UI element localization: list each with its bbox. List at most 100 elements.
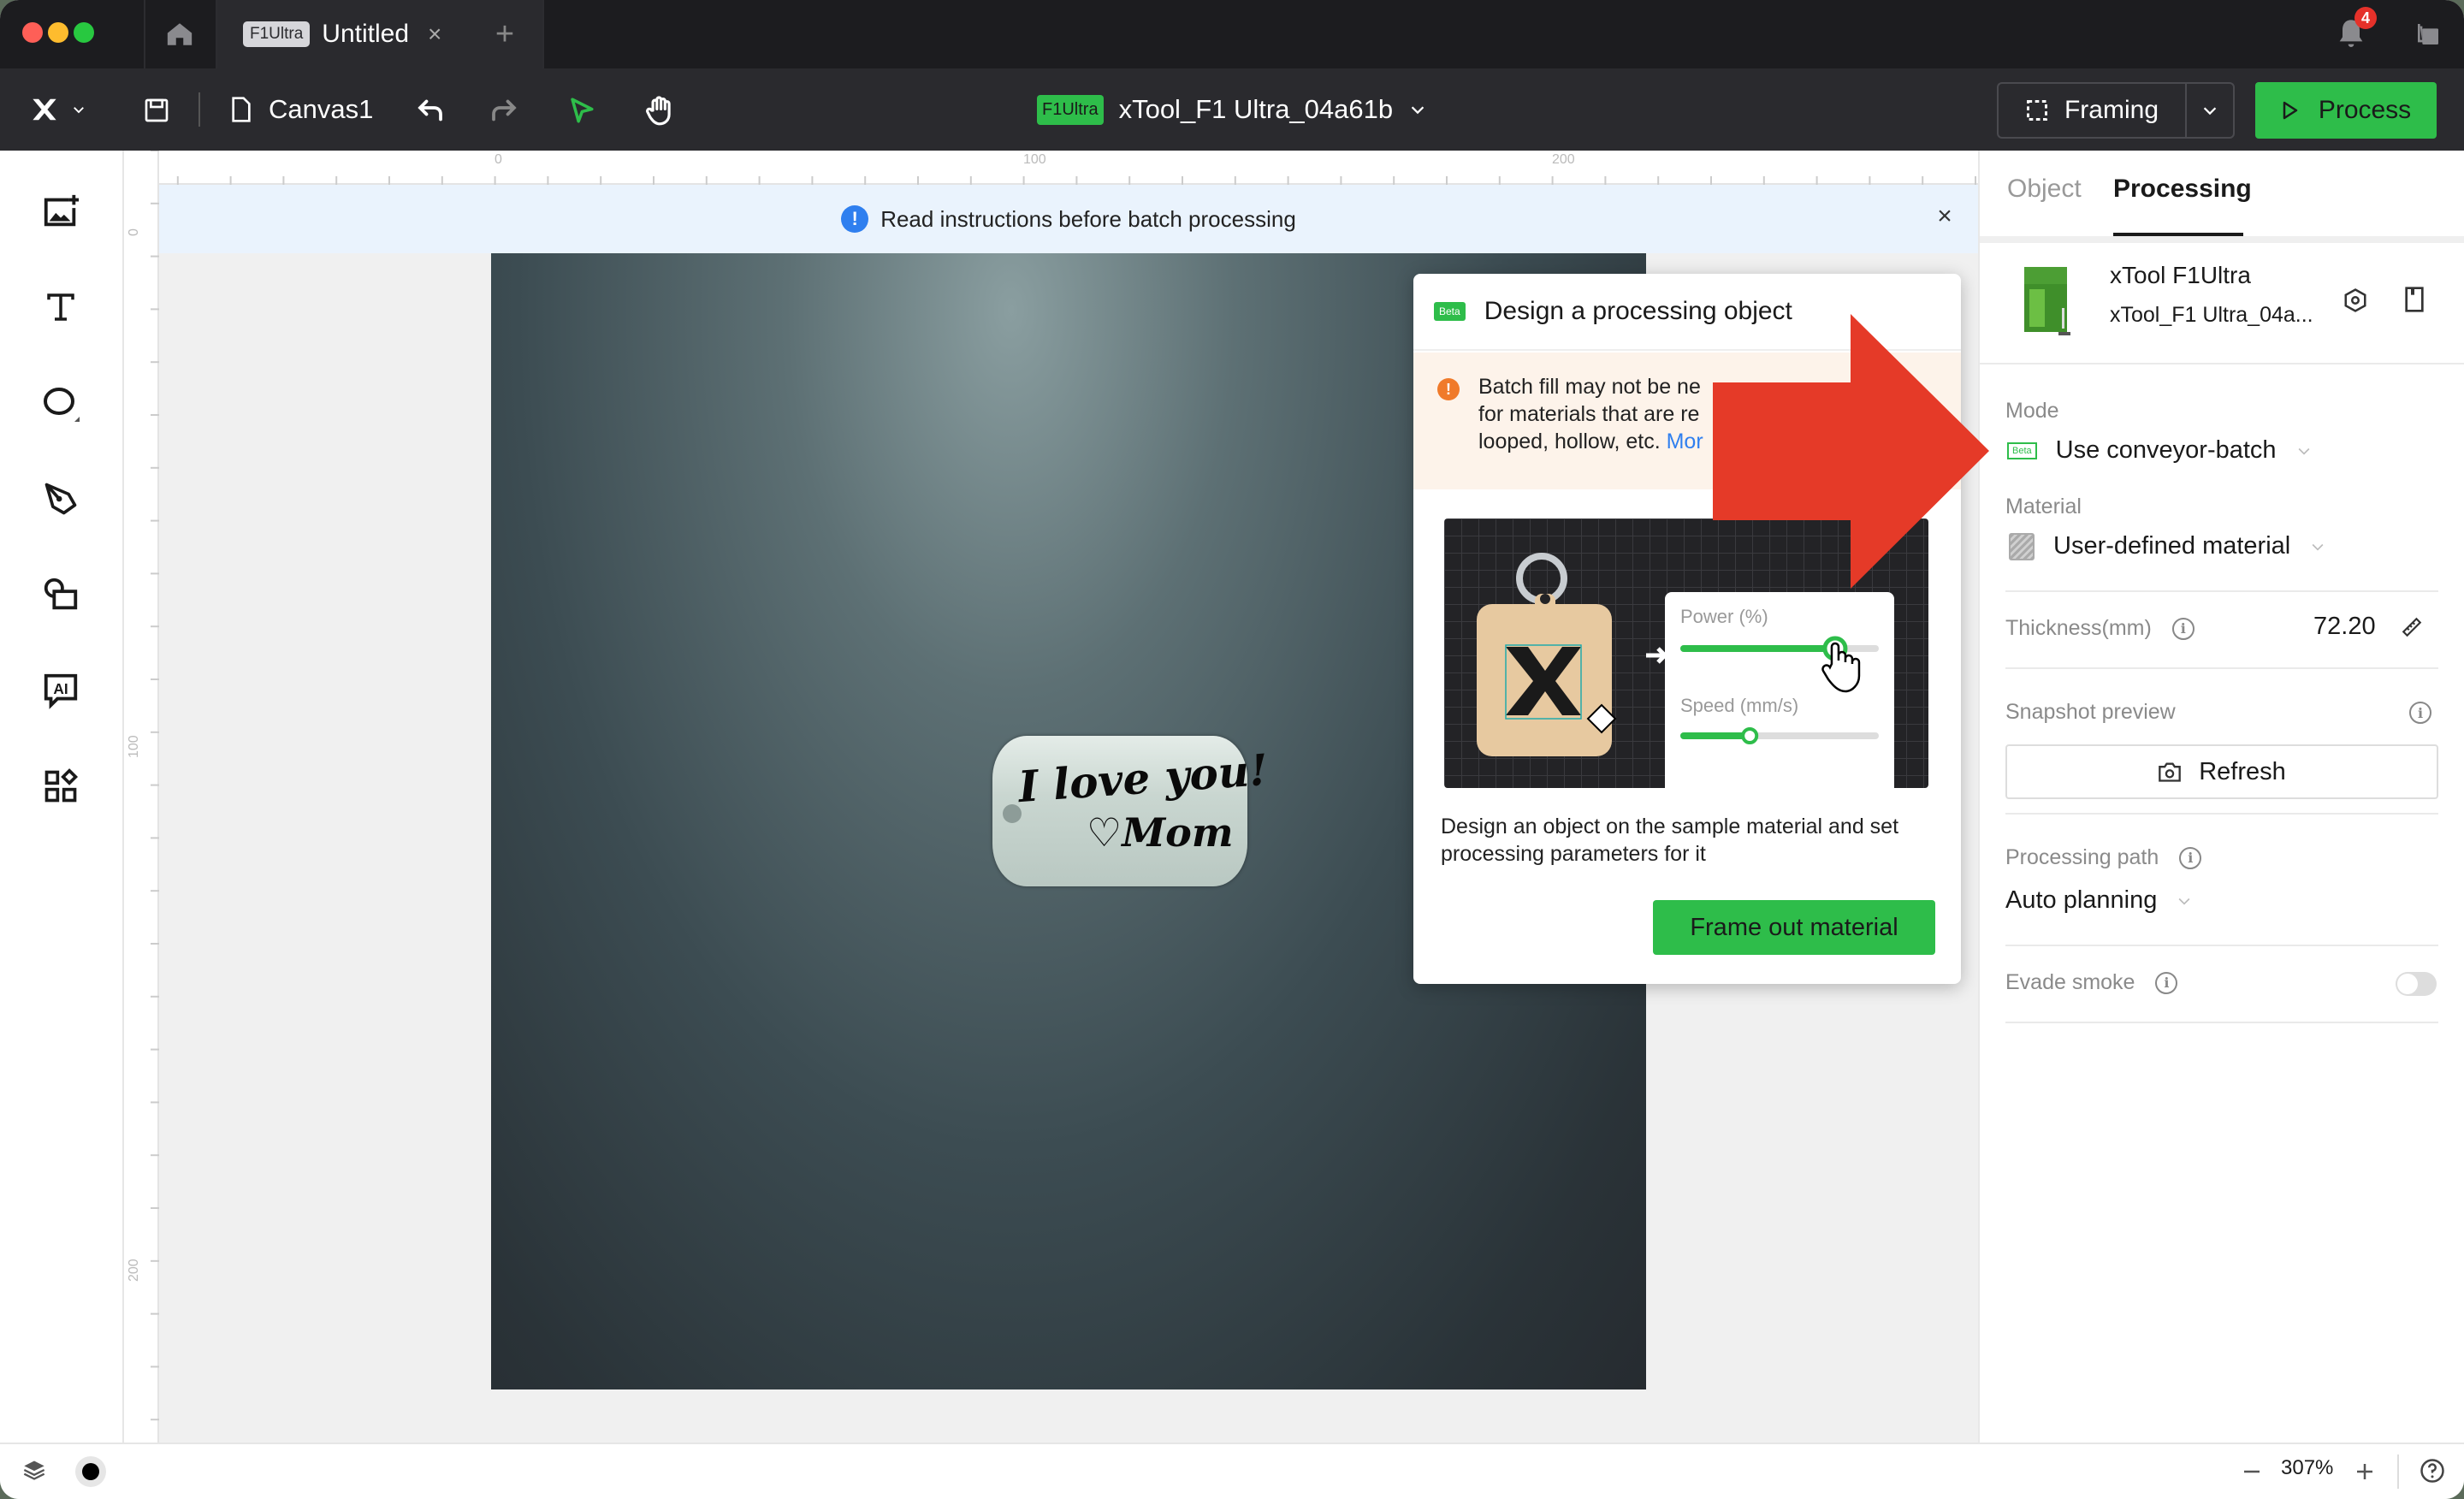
path-row: Processing path i: [2005, 845, 2202, 870]
zoom-in-icon[interactable]: [2354, 1461, 2375, 1482]
popup-warning: ! Batch fill may not be ne for materials…: [1413, 353, 1961, 489]
chevron-down-icon: [1411, 106, 1424, 115]
framing-dropdown-button[interactable]: [2185, 82, 2235, 139]
redo-button[interactable]: [484, 91, 524, 130]
canvas-name-button[interactable]: Canvas1: [229, 68, 373, 151]
material-dropdown[interactable]: User-defined material: [2009, 532, 2326, 560]
divider: [2397, 1455, 2399, 1489]
zoom-level[interactable]: 307%: [2281, 1456, 2333, 1480]
chevron-down-icon: [2203, 107, 2217, 116]
save-button[interactable]: [139, 92, 175, 128]
tag-hole: [1003, 804, 1022, 823]
info-icon[interactable]: i: [2409, 702, 2431, 724]
ai-chat-icon: AI: [44, 673, 78, 709]
chevron-down-icon: [2178, 898, 2190, 905]
shape-tool[interactable]: [36, 378, 86, 428]
app-window: F1Ultra Untitled × + 4 Canvas1 F1Ultra x…: [0, 0, 2464, 1499]
ai-tool[interactable]: AI: [36, 666, 86, 715]
xtool-logo-icon: [33, 98, 56, 121]
tab-title: Untitled: [322, 20, 410, 48]
notification-badge: 4: [2354, 7, 2377, 29]
more-link[interactable]: Mor: [1667, 430, 1703, 453]
device-settings-icon[interactable]: [2343, 287, 2368, 313]
add-image-tool[interactable]: [36, 187, 86, 236]
new-tab-button[interactable]: +: [479, 0, 530, 68]
image-plus-icon: [44, 194, 80, 227]
batch-notice-banner: ! Read instructions before batch process…: [159, 185, 1978, 253]
color-swatch: [82, 1463, 99, 1480]
undo-button[interactable]: [411, 91, 450, 130]
notice-text: Read instructions before batch processin…: [880, 205, 1296, 232]
pen-tool[interactable]: [36, 474, 86, 524]
warning-line1: Batch fill may not be ne: [1478, 375, 1701, 399]
svg-text:AI: AI: [53, 680, 68, 697]
minimize-window-button[interactable]: [48, 22, 68, 43]
ruler-label: 200: [127, 1259, 141, 1282]
status-bar: [0, 1443, 2464, 1499]
device-badge: F1Ultra: [1037, 94, 1104, 125]
zoom-out-icon[interactable]: [2242, 1461, 2262, 1482]
tab-processing[interactable]: Processing: [2113, 175, 2252, 204]
measure-ruler-icon[interactable]: [2401, 616, 2423, 638]
beta-badge: Beta: [1434, 302, 1466, 321]
processing-path-dropdown[interactable]: Auto planning: [2005, 886, 2193, 915]
close-window-button[interactable]: [22, 22, 43, 43]
ruler-label: 200: [1552, 152, 1575, 167]
arrow-right-icon: [1646, 647, 1668, 664]
frame-out-material-button[interactable]: Frame out material: [1653, 900, 1935, 955]
toggle-knob: [2397, 974, 2418, 994]
hand-icon: [646, 96, 671, 126]
divider: [1980, 363, 2464, 364]
maximize-window-button[interactable]: [74, 22, 94, 43]
chevron-down-icon: [74, 107, 84, 114]
ruler-ticks: [125, 176, 1976, 185]
speed-slider-fill: [1680, 732, 1750, 739]
popup-description: Design an object on the sample material …: [1441, 815, 1899, 866]
shapes-icon: [44, 578, 78, 610]
info-icon[interactable]: i: [2179, 846, 2202, 869]
canvas-name: Canvas1: [269, 94, 374, 124]
camera-icon: [2159, 762, 2182, 782]
device-selector[interactable]: F1Ultra xTool_F1 Ultra_04a61b: [1037, 68, 1427, 151]
info-icon[interactable]: i: [2155, 971, 2178, 994]
select-tool-button[interactable]: [561, 91, 601, 130]
device-title: xTool F1Ultra: [2110, 262, 2251, 288]
shapes-library-tool[interactable]: [36, 570, 86, 619]
home-button[interactable]: [145, 0, 214, 68]
close-tab-icon[interactable]: ×: [428, 21, 441, 48]
thickness-label: Thickness(mm): [2005, 616, 2152, 640]
save-icon: [145, 98, 169, 122]
windows-icon[interactable]: [2414, 21, 2442, 48]
apps-tool[interactable]: [36, 761, 86, 811]
material-swatch-icon: [2009, 532, 2035, 560]
color-button[interactable]: [75, 1456, 106, 1487]
pen-icon: [44, 483, 77, 515]
app-menu-button[interactable]: [24, 92, 92, 127]
illustration-graphic: Power (%) Speed (mm/s): [1477, 553, 1894, 794]
framing-button[interactable]: Framing: [1997, 82, 2187, 139]
warning-icon: !: [1437, 378, 1460, 400]
refresh-button[interactable]: Refresh: [2005, 744, 2438, 799]
tab-device-badge: F1Ultra: [243, 21, 311, 47]
layers-icon[interactable]: [22, 1458, 46, 1482]
thickness-value[interactable]: 72.20: [2313, 613, 2376, 641]
pan-tool-button[interactable]: [638, 89, 681, 132]
design-processing-object-popup: Beta Design a processing object ! Batch …: [1413, 274, 1961, 984]
text-tool[interactable]: [36, 282, 86, 332]
info-icon[interactable]: i: [2171, 617, 2194, 640]
device-thumbnail-icon: [2024, 267, 2070, 335]
text-icon: [47, 293, 74, 321]
ruler-label: 0: [127, 228, 141, 236]
divider: [2005, 667, 2438, 669]
info-icon: !: [841, 205, 869, 233]
mode-dropdown[interactable]: Beta Use conveyor-batch: [2007, 436, 2313, 465]
device-save-icon[interactable]: [2402, 286, 2426, 313]
process-button[interactable]: Process: [2255, 82, 2437, 139]
chevron-down-icon: [2312, 543, 2324, 551]
help-icon[interactable]: [2420, 1458, 2445, 1484]
tab-object[interactable]: Object: [2007, 175, 2082, 204]
evade-row: Evade smoke i: [2005, 970, 2178, 995]
close-notice-icon[interactable]: ×: [1932, 202, 1958, 230]
ruler-vertical: 0 100 200: [125, 151, 159, 1443]
evade-label: Evade smoke: [2005, 970, 2135, 994]
